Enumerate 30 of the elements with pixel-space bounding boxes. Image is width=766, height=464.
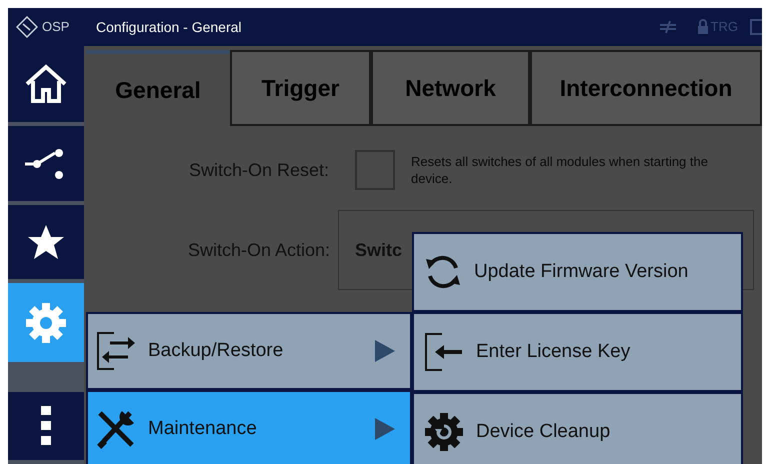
checkbox[interactable]: [355, 150, 395, 190]
menu-item[interactable]: Maintenance: [86, 390, 412, 464]
trigger-label: TRG: [710, 18, 738, 36]
home-icon: [24, 64, 68, 104]
diamond-logo-icon: [16, 16, 38, 38]
field-label: Switch-On Action:: [186, 238, 330, 262]
description-text: Resets all switches of all modules when starting the device.: [411, 153, 709, 187]
menu-label: Update Firmware Version: [474, 260, 688, 284]
logo-text: OSP: [42, 18, 70, 36]
not-equal-icon: [658, 20, 677, 34]
menu-item[interactable]: Enter License Key: [412, 312, 743, 392]
lock-icon: [696, 19, 709, 35]
gear-icon: [25, 302, 67, 344]
menu-label: Maintenance: [148, 416, 258, 441]
menu-label: Enter License Key: [476, 340, 630, 364]
field-label: Switch-On Reset:: [188, 158, 329, 182]
windows-icon: [750, 18, 762, 36]
more-icon: [41, 406, 51, 446]
refresh-icon: [424, 253, 462, 291]
menu-label: Backup/Restore: [148, 338, 284, 363]
window-title: Configuration - General: [96, 18, 242, 37]
wrench-screwdriver-icon: [96, 409, 136, 449]
menu-item[interactable]: Backup/Restore: [86, 312, 412, 390]
menu-label: Device Cleanup: [476, 420, 610, 444]
menu-item[interactable]: Device Cleanup: [412, 392, 743, 464]
exchange-arrows-icon: [96, 331, 136, 371]
gear-icon: [424, 412, 464, 452]
star-icon: [27, 224, 65, 260]
menu-item[interactable]: Update Firmware Version: [412, 232, 743, 312]
login-arrow-icon: [424, 332, 464, 372]
